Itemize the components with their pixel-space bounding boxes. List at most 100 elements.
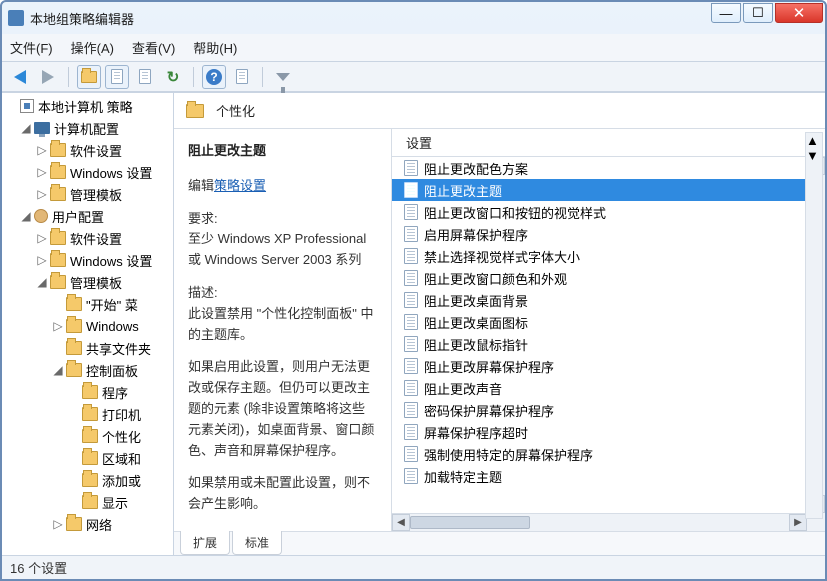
settings-row[interactable]: 阻止更改鼠标指针 — [392, 333, 807, 355]
settings-row[interactable]: 阻止更改窗口和按钮的视觉样式 — [392, 201, 807, 223]
tree-user-config[interactable]: ◢用户配置 — [2, 205, 173, 227]
user-icon — [34, 209, 48, 223]
policy-item-icon — [404, 182, 418, 198]
settings-row-label: 密码保护屏幕保护程序 — [424, 401, 554, 420]
policy-item-icon — [404, 248, 418, 264]
tree-item[interactable]: 程序 — [2, 381, 173, 403]
settings-list-column: 设置 阻止更改配色方案阻止更改主题阻止更改窗口和按钮的视觉样式启用屏幕保护程序禁… — [392, 129, 825, 531]
policy-item-icon — [404, 446, 418, 462]
tab-extended[interactable]: 扩展 — [180, 531, 230, 555]
settings-row-label: 阻止更改鼠标指针 — [424, 335, 528, 354]
settings-row[interactable]: 阻止更改屏幕保护程序 — [392, 355, 807, 377]
settings-row[interactable]: 阻止更改桌面图标 — [392, 311, 807, 333]
settings-row[interactable]: 启用屏幕保护程序 — [392, 223, 807, 245]
tree-root[interactable]: 本地计算机 策略 — [2, 95, 173, 117]
settings-row-label: 阻止更改屏幕保护程序 — [424, 357, 554, 376]
computer-icon — [34, 122, 50, 134]
show-hide-button[interactable] — [105, 65, 129, 89]
settings-row-label: 阻止更改声音 — [424, 379, 502, 398]
window-controls: — ☐ ✕ — [711, 3, 823, 23]
separator — [68, 67, 69, 87]
tree-item[interactable]: ▷管理模板 — [2, 183, 173, 205]
tree-item[interactable]: ◢管理模板 — [2, 271, 173, 293]
policy-item-icon — [404, 204, 418, 220]
minimize-button[interactable]: — — [711, 3, 741, 23]
sheet-icon — [139, 69, 151, 84]
folder-icon — [66, 319, 82, 333]
view-tabs: 扩展 标准 — [174, 531, 825, 555]
toolbar: ↻ ? — [2, 62, 825, 92]
settings-row-label: 阻止更改桌面背景 — [424, 291, 528, 310]
scroll-left-button[interactable]: ◀ — [392, 514, 410, 531]
help-button[interactable]: ? — [202, 65, 226, 89]
properties-button[interactable] — [230, 65, 254, 89]
tree-item[interactable]: 显示 — [2, 491, 173, 513]
tree-item[interactable]: "开始" 菜 — [2, 293, 173, 315]
description-text: 此设置禁用 "个性化控制面板" 中的主题库。 — [188, 306, 373, 342]
tree-item[interactable]: 区域和 — [2, 447, 173, 469]
folder-icon — [66, 363, 82, 377]
tab-standard[interactable]: 标准 — [232, 531, 282, 555]
tree-pane[interactable]: 本地计算机 策略 ◢计算机配置 ▷软件设置 ▷Windows 设置 ▷管理模板 … — [2, 93, 174, 555]
tree-item[interactable]: ▷Windows 设置 — [2, 249, 173, 271]
settings-row[interactable]: 阻止更改声音 — [392, 377, 807, 399]
tree-item[interactable]: ▷软件设置 — [2, 139, 173, 161]
list-header[interactable]: 设置 — [392, 129, 825, 157]
scroll-up-button[interactable]: ▲ — [806, 133, 822, 148]
folder-icon — [50, 143, 66, 157]
scroll-thumb[interactable] — [410, 516, 530, 529]
settings-row[interactable]: 屏幕保护程序超时 — [392, 421, 807, 443]
forward-button[interactable] — [36, 65, 60, 89]
folder-icon — [186, 104, 204, 118]
horizontal-scrollbar[interactable]: ◀ ▶ — [392, 513, 807, 531]
menu-help[interactable]: 帮助(H) — [193, 38, 237, 57]
separator — [193, 67, 194, 87]
folder-icon — [82, 451, 98, 465]
settings-list[interactable]: 阻止更改配色方案阻止更改主题阻止更改窗口和按钮的视觉样式启用屏幕保护程序禁止选择… — [392, 157, 807, 513]
titlebar: 本地组策略编辑器 — ☐ ✕ — [2, 2, 825, 34]
policy-title: 阻止更改主题 — [188, 141, 377, 162]
back-button[interactable] — [8, 65, 32, 89]
menu-view[interactable]: 查看(V) — [132, 38, 175, 57]
detail-body: 阻止更改主题 编辑策略设置 要求:至少 Windows XP Professio… — [174, 128, 825, 531]
tree-item[interactable]: 共享文件夹 — [2, 337, 173, 359]
settings-row[interactable]: 强制使用特定的屏幕保护程序 — [392, 443, 807, 465]
menu-file[interactable]: 文件(F) — [10, 38, 53, 57]
maximize-button[interactable]: ☐ — [743, 3, 773, 23]
description-text-3: 如果禁用或未配置此设置，则不会产生影响。 — [188, 473, 377, 515]
tree-computer-config[interactable]: ◢计算机配置 — [2, 117, 173, 139]
tree-personalization[interactable]: 个性化 — [2, 425, 173, 447]
menu-action[interactable]: 操作(A) — [71, 38, 114, 57]
folder-icon — [66, 297, 82, 311]
export-button[interactable] — [133, 65, 157, 89]
settings-row-label: 阻止更改桌面图标 — [424, 313, 528, 332]
tree-item[interactable]: ▷Windows — [2, 315, 173, 337]
settings-row[interactable]: 加载特定主题 — [392, 465, 807, 487]
tree-item[interactable]: ▷网络 — [2, 513, 173, 535]
folder-icon — [50, 253, 66, 267]
tree-item[interactable]: ▷软件设置 — [2, 227, 173, 249]
tree-item[interactable]: ▷Windows 设置 — [2, 161, 173, 183]
up-button[interactable] — [77, 65, 101, 89]
filter-button[interactable] — [271, 65, 295, 89]
close-button[interactable]: ✕ — [775, 3, 823, 23]
folder-icon — [82, 385, 98, 399]
refresh-button[interactable]: ↻ — [161, 65, 185, 89]
policy-item-icon — [404, 358, 418, 374]
help-icon: ? — [206, 69, 222, 85]
tree-item[interactable]: 打印机 — [2, 403, 173, 425]
requirement-text: 至少 Windows XP Professional 或 Windows Ser… — [188, 231, 366, 267]
settings-row[interactable]: 阻止更改主题 — [392, 179, 807, 201]
settings-row[interactable]: 阻止更改配色方案 — [392, 157, 807, 179]
edit-policy-link[interactable]: 策略设置 — [214, 178, 266, 193]
scroll-down-button[interactable]: ▼ — [806, 148, 822, 163]
outer-vertical-scrollbar[interactable]: ▲ ▼ — [805, 132, 823, 519]
tree-item[interactable]: 添加或 — [2, 469, 173, 491]
settings-row[interactable]: 阻止更改窗口颜色和外观 — [392, 267, 807, 289]
settings-row[interactable]: 阻止更改桌面背景 — [392, 289, 807, 311]
settings-row[interactable]: 密码保护屏幕保护程序 — [392, 399, 807, 421]
app-icon — [8, 10, 24, 26]
menubar: 文件(F) 操作(A) 查看(V) 帮助(H) — [2, 34, 825, 62]
settings-row[interactable]: 禁止选择视觉样式字体大小 — [392, 245, 807, 267]
tree-control-panel[interactable]: ◢控制面板 — [2, 359, 173, 381]
